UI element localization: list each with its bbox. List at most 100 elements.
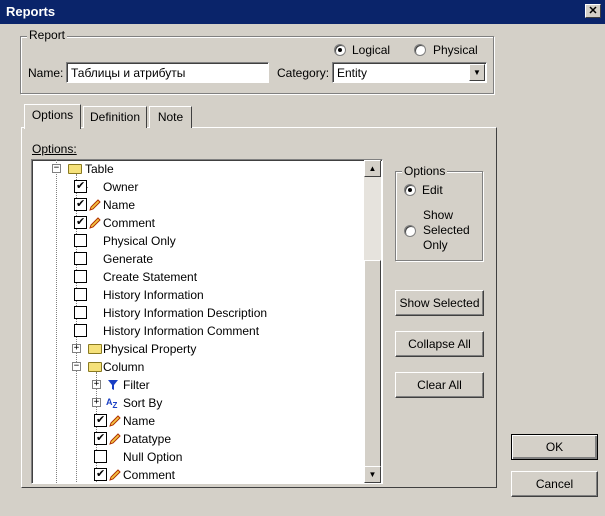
show-selected-button[interactable]: Show Selected (395, 290, 484, 316)
tab-note[interactable]: Note (149, 106, 192, 128)
checkbox[interactable] (94, 430, 107, 446)
clear-all-button-label: Clear All (417, 378, 462, 392)
tree-item-filter[interactable]: + Filter (32, 376, 362, 394)
physical-radio[interactable] (414, 44, 426, 56)
checkbox[interactable] (74, 252, 87, 265)
tree-item-name[interactable]: Name (32, 196, 362, 214)
tree-item-column-comment[interactable]: Comment (32, 466, 362, 483)
cancel-button-label: Cancel (535, 477, 574, 491)
tree-scrollbar[interactable]: ▲ ▼ (364, 160, 381, 483)
tree-item-owner[interactable]: Owner (32, 178, 362, 196)
tree-item-label: Datatype (123, 432, 172, 446)
checkbox[interactable] (74, 288, 87, 301)
checkbox[interactable] (74, 324, 87, 337)
report-group-title: Report (27, 28, 68, 42)
show-selected-button-label: Show Selected (399, 296, 480, 310)
name-field-value: Таблицы и атрибуты (71, 66, 186, 80)
tab-definition[interactable]: Definition (83, 106, 147, 128)
pencil-icon (109, 415, 121, 427)
checkbox[interactable] (74, 234, 87, 247)
pencil-icon (89, 199, 101, 211)
folder-icon (88, 362, 102, 372)
tab-options[interactable]: Options (24, 104, 81, 129)
tree-item-generate[interactable]: Generate (32, 250, 362, 268)
show-selected-only-label[interactable]: Show Selected Only (423, 208, 470, 253)
name-label: Name: (28, 66, 64, 80)
scroll-up-icon[interactable]: ▲ (364, 160, 381, 177)
tree-item-datatype[interactable]: Datatype (32, 430, 362, 448)
tab-options-label: Options (31, 108, 74, 122)
checkbox[interactable] (74, 214, 87, 230)
category-select[interactable]: Entity ▼ (332, 62, 487, 83)
scrollbar-thumb[interactable] (364, 260, 381, 470)
tree-item-history-information-description[interactable]: History Information Description (32, 304, 362, 322)
tree-item-label: Owner (103, 180, 139, 194)
title-bar: Reports ✕ (0, 0, 605, 24)
checkbox[interactable] (74, 270, 87, 283)
tree-item-physical-property[interactable]: + Physical Property (32, 340, 362, 358)
checkbox[interactable] (94, 412, 107, 428)
folder-icon (68, 164, 82, 174)
folder-icon (88, 344, 102, 354)
expand-icon[interactable]: + (72, 344, 81, 353)
ok-button[interactable]: OK (511, 434, 598, 460)
tree-item-sort-by[interactable]: + AZ Sort By (32, 394, 362, 412)
physical-label[interactable]: Physical (433, 43, 478, 57)
options-group-title: Options (402, 164, 448, 178)
collapse-all-button[interactable]: Collapse All (395, 331, 484, 357)
pencil-icon (89, 217, 101, 229)
scroll-down-icon[interactable]: ▼ (364, 466, 381, 483)
tree-item-label: Filter (123, 378, 150, 392)
tree-item-table[interactable]: − Table (32, 160, 362, 178)
tree-item-history-information-comment[interactable]: History Information Comment (32, 322, 362, 340)
logical-radio[interactable] (334, 44, 346, 56)
tree-item-label: Sort By (123, 396, 163, 410)
checkbox[interactable] (74, 196, 87, 212)
expand-icon[interactable]: + (92, 398, 101, 407)
name-field[interactable]: Таблицы и атрибуты (66, 62, 269, 83)
checkbox[interactable] (94, 450, 107, 463)
tree-item-label: Physical Only (103, 234, 176, 248)
options-tree[interactable]: − Table Owner Name Comment Physical Only… (31, 159, 383, 484)
tree-item-label: Comment (123, 468, 176, 482)
expand-icon[interactable]: + (92, 380, 101, 389)
tree-item-physical-only[interactable]: Physical Only (32, 232, 362, 250)
collapse-all-button-label: Collapse All (408, 337, 471, 351)
tree-item-column[interactable]: − Column (32, 358, 362, 376)
tree-item-label: Create Statement (103, 270, 198, 284)
logical-label[interactable]: Logical (352, 43, 390, 57)
tree-item-label: History Information Description (103, 306, 268, 320)
ok-button-label: OK (545, 440, 564, 454)
checkbox[interactable] (94, 466, 107, 482)
tree-item-label: Comment (103, 216, 156, 230)
tab-note-label: Note (157, 110, 184, 124)
filter-icon (108, 380, 118, 390)
close-button[interactable]: ✕ (585, 4, 601, 18)
tree-item-label: Null Option (123, 450, 183, 464)
tree-item-null-option[interactable]: Null Option (32, 448, 362, 466)
category-label: Category: (277, 66, 330, 80)
pencil-icon (109, 469, 121, 481)
tree-item-label: Column (103, 360, 145, 374)
checkbox[interactable] (74, 178, 87, 194)
collapse-icon[interactable]: − (72, 362, 81, 371)
tree-item-label: History Information (103, 288, 204, 302)
tree-item-column-name[interactable]: Name (32, 412, 362, 430)
chevron-down-icon[interactable]: ▼ (469, 64, 485, 81)
show-selected-only-line: Only (423, 238, 448, 252)
tree-item-create-statement[interactable]: Create Statement (32, 268, 362, 286)
tab-definition-label: Definition (89, 110, 141, 124)
clear-all-button[interactable]: Clear All (395, 372, 484, 398)
cancel-button[interactable]: Cancel (511, 471, 598, 497)
edit-label[interactable]: Edit (422, 183, 443, 197)
show-selected-only-radio[interactable] (404, 225, 416, 237)
tree-item-label: Physical Property (103, 342, 197, 356)
tree-item-label: Table (85, 162, 114, 176)
tree-item-history-information[interactable]: History Information (32, 286, 362, 304)
collapse-icon[interactable]: − (52, 164, 61, 173)
tree-item-comment[interactable]: Comment (32, 214, 362, 232)
edit-radio[interactable] (404, 184, 416, 196)
tree-item-label: Name (103, 198, 136, 212)
checkbox[interactable] (74, 306, 87, 319)
tree-item-label: History Information Comment (103, 324, 260, 338)
